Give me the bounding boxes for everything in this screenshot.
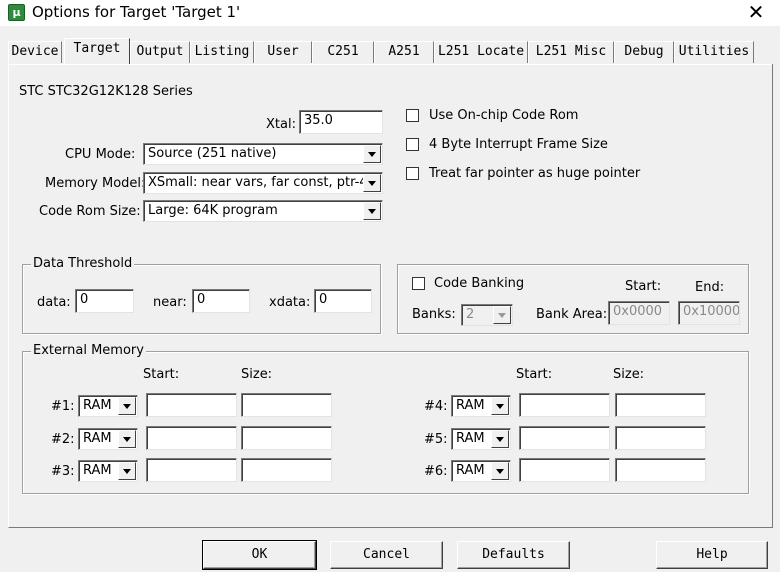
banks-label: Banks: <box>412 307 456 322</box>
data-threshold-near-input[interactable]: 0 <box>192 289 250 313</box>
data-threshold-title: Data Threshold <box>31 256 135 272</box>
code-banking-start-label: Start: <box>625 279 662 294</box>
ext-mem-size-label-left: Size: <box>241 367 273 382</box>
ext-mem-row-5-start[interactable] <box>519 426 610 450</box>
ext-mem-row-4-type-value: RAM <box>456 398 485 413</box>
chevron-down-icon[interactable] <box>118 430 136 448</box>
ext-mem-row-4-label: #4: <box>424 399 448 414</box>
ext-mem-row-4-type[interactable]: RAM <box>451 395 511 417</box>
tab-l251-locate[interactable]: L251 Locate <box>434 41 528 63</box>
chevron-down-icon[interactable] <box>491 397 509 415</box>
cpu-mode-select[interactable]: Source (251 native) <box>143 143 383 165</box>
tab-debug[interactable]: Debug <box>614 41 674 63</box>
tab-a251[interactable]: A251 <box>374 41 434 63</box>
data-threshold-data-input[interactable]: 0 <box>75 289 134 313</box>
ext-mem-row-1-type[interactable]: RAM <box>78 395 138 417</box>
code-rom-size-select[interactable]: Large: 64K program <box>143 200 383 222</box>
xtal-label: Xtal: <box>266 117 296 132</box>
ext-mem-row-2-type-value: RAM <box>83 431 112 446</box>
memory-model-label: Memory Model: <box>45 176 146 191</box>
ext-mem-size-label-right: Size: <box>613 367 645 382</box>
ext-mem-row-4-size[interactable] <box>615 393 706 417</box>
ext-mem-row-1-label: #1: <box>51 399 75 414</box>
tab-l251-misc[interactable]: L251 Misc <box>528 41 614 63</box>
ext-mem-row-3-label: #3: <box>51 464 75 479</box>
far-pointer-label: Treat far pointer as huge pointer <box>429 166 641 181</box>
code-banking-end-label: End: <box>695 280 725 295</box>
cpu-mode-value: Source (251 native) <box>148 146 277 161</box>
chevron-down-icon[interactable] <box>491 462 509 480</box>
banks-select[interactable]: 2 <box>461 304 513 326</box>
code-rom-size-label: Code Rom Size: <box>39 204 141 219</box>
tab-device[interactable]: Device <box>8 41 62 63</box>
xtal-input[interactable]: 35.0 <box>299 110 383 134</box>
use-onchip-rom-label: Use On-chip Code Rom <box>429 108 579 123</box>
close-button[interactable]: ✕ <box>742 0 770 24</box>
ext-mem-row-5-label: #5: <box>424 432 448 447</box>
data-threshold-data-label: data: <box>37 295 71 310</box>
use-onchip-rom-checkbox[interactable] <box>406 109 419 122</box>
ext-mem-row-3-size[interactable] <box>241 458 332 482</box>
chevron-down-icon[interactable] <box>363 174 381 192</box>
ext-mem-start-label-left: Start: <box>143 367 180 382</box>
ext-mem-row-5-type-value: RAM <box>456 431 485 446</box>
memory-model-select[interactable]: XSmall: near vars, far const, ptr-4 <box>143 172 383 194</box>
chevron-down-icon[interactable] <box>363 202 381 220</box>
ext-mem-row-1-type-value: RAM <box>83 398 112 413</box>
ext-mem-row-3-type[interactable]: RAM <box>78 460 138 482</box>
defaults-button[interactable]: Defaults <box>457 541 570 569</box>
memory-model-value: XSmall: near vars, far const, ptr-4 <box>148 175 368 190</box>
title-bar: μ Options for Target 'Target 1' ✕ <box>0 0 780 26</box>
chevron-down-icon[interactable] <box>493 306 511 324</box>
external-memory-title: External Memory <box>31 343 146 359</box>
ext-mem-start-label-right: Start: <box>516 367 553 382</box>
bank-area-label: Bank Area: <box>536 307 608 322</box>
ext-mem-row-6-type-value: RAM <box>456 463 485 478</box>
ext-mem-row-1-size[interactable] <box>241 393 332 417</box>
ext-mem-row-6-type[interactable]: RAM <box>451 460 511 482</box>
code-banking-label: Code Banking <box>434 276 525 291</box>
data-threshold-near-label: near: <box>153 295 187 310</box>
banks-value: 2 <box>466 307 475 322</box>
tab-listing[interactable]: Listing <box>190 41 254 63</box>
far-pointer-checkbox[interactable] <box>406 167 419 180</box>
bank-area-end-input[interactable]: 0x10000 <box>678 301 740 325</box>
bank-area-start-input[interactable]: 0x0000 <box>608 301 670 325</box>
ext-mem-row-6-label: #6: <box>424 464 448 479</box>
tab-user[interactable]: User <box>254 41 312 63</box>
chevron-down-icon[interactable] <box>491 430 509 448</box>
help-button[interactable]: Help <box>656 541 768 569</box>
ext-mem-row-5-size[interactable] <box>615 426 706 450</box>
ext-mem-row-2-size[interactable] <box>241 426 332 450</box>
data-threshold-xdata-label: xdata: <box>269 295 311 310</box>
code-rom-size-value: Large: 64K program <box>148 203 278 218</box>
code-banking-checkbox[interactable] <box>412 277 425 290</box>
cancel-button[interactable]: Cancel <box>330 541 443 569</box>
ext-mem-row-2-label: #2: <box>51 432 75 447</box>
ext-mem-row-3-type-value: RAM <box>83 463 112 478</box>
cpu-mode-label: CPU Mode: <box>65 147 136 162</box>
ext-mem-row-6-size[interactable] <box>615 458 706 482</box>
ext-mem-row-1-start[interactable] <box>146 393 237 417</box>
keil-app-icon: μ <box>8 4 25 21</box>
device-series-label: STC STC32G12K128 Series <box>19 84 193 99</box>
chevron-down-icon[interactable] <box>118 462 136 480</box>
tab-target[interactable]: Target <box>64 38 130 64</box>
tab-utilities[interactable]: Utilities <box>674 41 754 63</box>
data-threshold-xdata-input[interactable]: 0 <box>314 289 372 313</box>
chevron-down-icon[interactable] <box>363 145 381 163</box>
chevron-down-icon[interactable] <box>118 397 136 415</box>
ext-mem-row-5-type[interactable]: RAM <box>451 428 511 450</box>
window-title: Options for Target 'Target 1' <box>32 3 241 21</box>
tab-c251[interactable]: C251 <box>312 41 374 63</box>
ext-mem-row-3-start[interactable] <box>146 458 237 482</box>
ext-mem-row-2-start[interactable] <box>146 426 237 450</box>
ext-mem-row-6-start[interactable] <box>519 458 610 482</box>
tab-output[interactable]: Output <box>130 41 190 63</box>
ok-button[interactable]: OK <box>202 540 317 570</box>
ext-mem-row-2-type[interactable]: RAM <box>78 428 138 450</box>
interrupt-frame-checkbox[interactable] <box>406 138 419 151</box>
ext-mem-row-4-start[interactable] <box>519 393 610 417</box>
interrupt-frame-label: 4 Byte Interrupt Frame Size <box>429 137 608 152</box>
